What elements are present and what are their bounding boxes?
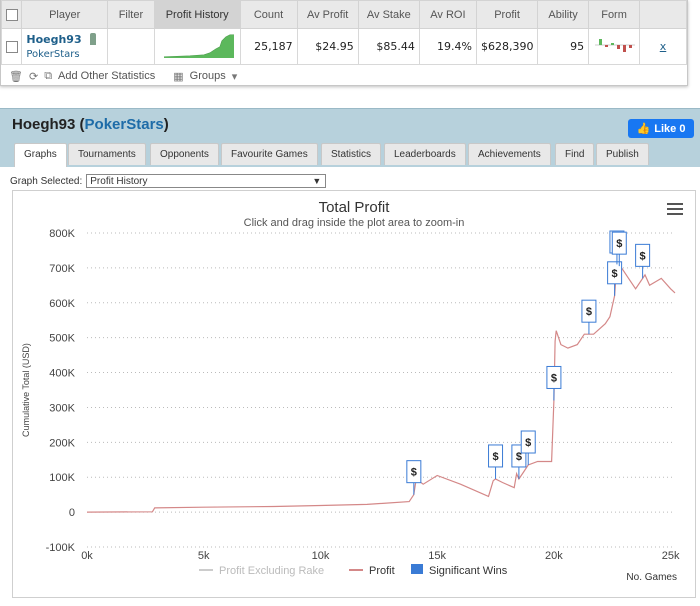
tab-favourite-games[interactable]: Favourite Games <box>221 143 318 165</box>
tab-leaderboards[interactable]: Leaderboards <box>384 143 466 165</box>
like-label: Like 0 <box>654 122 686 135</box>
col-av-roi[interactable]: Av ROI <box>418 0 477 29</box>
dollar-icon: $ <box>492 451 498 463</box>
select-all-checkbox[interactable] <box>0 0 23 29</box>
av-profit-value: $24.95 <box>296 28 359 65</box>
player-site-link[interactable]: PokerStars <box>26 49 103 60</box>
col-filter[interactable]: Filter <box>107 0 155 29</box>
profit-value: $628,390 <box>475 28 539 65</box>
dropdown-arrow-icon: ▼ <box>312 176 322 186</box>
row-checkbox[interactable] <box>0 28 23 65</box>
col-profit-history[interactable]: Profit History <box>153 0 241 29</box>
stats-footer: 🗑 ⟳ ⧉ Add Other Statistics ▦ Groups ▾ <box>1 65 687 87</box>
col-form[interactable]: Form <box>588 0 641 29</box>
ability-value: 95 <box>537 28 590 65</box>
groups-icon[interactable]: ▦ <box>173 70 183 83</box>
av-roi-value: 19.4% <box>418 28 477 65</box>
profile-title: Hoegh93 (PokerStars) <box>12 116 169 133</box>
legend-wins-swatch <box>411 564 423 574</box>
col-ability[interactable]: Ability <box>537 0 590 29</box>
refresh-icon[interactable]: ⟳ <box>29 70 38 83</box>
y-tick-label: 300K <box>49 402 75 414</box>
count-value: 25,187 <box>239 28 298 65</box>
x-tick-label: 20k <box>545 550 563 562</box>
dollar-icon: $ <box>616 238 622 250</box>
tab-publish[interactable]: Publish <box>596 143 649 165</box>
chart-container[interactable]: Total Profit Click and drag inside the p… <box>12 190 696 598</box>
col-player[interactable]: Player <box>21 0 108 29</box>
y-tick-label: 700K <box>49 263 75 275</box>
dollar-icon: $ <box>525 437 531 449</box>
col-remove <box>639 0 687 29</box>
tab-opponents[interactable]: Opponents <box>150 143 219 165</box>
dollar-icon: $ <box>612 268 618 280</box>
x-tick-label: 25k <box>662 550 680 562</box>
y-tick-label: 100K <box>49 472 75 484</box>
graph-selected-label: Graph Selected: <box>10 175 83 187</box>
stats-header-row: Player Filter Profit History Count Av Pr… <box>0 0 687 29</box>
chart-svg[interactable]: -100K 0 100K 200K 300K 400K 500K 600K 700K 800K 0k… <box>13 191 697 599</box>
av-stake-value: $85.44 <box>357 28 420 65</box>
dollar-icon: $ <box>640 250 646 262</box>
tab-achievements[interactable]: Achievements <box>468 143 551 165</box>
dollar-icon: $ <box>411 467 417 479</box>
add-other-statistics-link[interactable]: Add Other Statistics <box>58 70 155 82</box>
player-name-link[interactable]: Hoegh93 <box>26 33 81 46</box>
y-tick-label: 200K <box>49 437 75 449</box>
tab-tournaments[interactable]: Tournaments <box>68 143 146 165</box>
profit-sparkline <box>153 28 241 65</box>
table-row: Hoegh93 PokerStars 25,187 $24.95 $85.44 … <box>0 28 687 65</box>
legend-wins-label: Significant Wins <box>429 565 508 577</box>
x-axis-label: No. Games <box>626 572 677 583</box>
legend-rake-label: Profit Excluding Rake <box>219 565 324 577</box>
tab-statistics[interactable]: Statistics <box>321 143 382 165</box>
form-sparkline <box>588 28 641 65</box>
x-tick-label: 15k <box>428 550 446 562</box>
facebook-like-button[interactable]: 👍 Like 0 <box>628 119 694 138</box>
add-stats-icon[interactable]: ⧉ <box>44 70 52 83</box>
dollar-icon: $ <box>551 372 557 384</box>
tab-find[interactable]: Find <box>555 143 595 165</box>
tab-graphs[interactable]: Graphs <box>14 143 67 167</box>
col-av-profit[interactable]: Av Profit <box>296 0 359 29</box>
y-tick-label: 400K <box>49 368 75 380</box>
legend-profit-label: Profit <box>369 565 395 577</box>
chevron-down-icon[interactable]: ▾ <box>232 70 238 83</box>
col-count[interactable]: Count <box>239 0 298 29</box>
profile-site-link[interactable]: PokerStars <box>85 116 164 133</box>
y-tick-label: -100K <box>46 542 76 554</box>
trash-icon[interactable]: 🗑 <box>9 70 23 83</box>
groups-dropdown[interactable]: Groups <box>190 70 226 82</box>
graph-select-row: Graph Selected: Profit History ▼ <box>10 174 327 188</box>
remove-player-link[interactable]: x <box>660 40 667 53</box>
profile-header: Hoegh93 (PokerStars) 👍 Like 0 <box>0 108 700 140</box>
graph-select-dropdown[interactable]: Profit History ▼ <box>86 174 327 188</box>
y-tick-label: 0 <box>69 507 75 519</box>
filter-cell[interactable] <box>107 28 155 65</box>
pin-icon[interactable] <box>89 33 96 45</box>
x-tick-label: 10k <box>312 550 330 562</box>
x-tick-label: 5k <box>198 550 210 562</box>
tabs-bar: Graphs Tournaments Opponents Favourite G… <box>0 140 700 167</box>
y-tick-label: 600K <box>49 298 75 310</box>
y-tick-label: 500K <box>49 333 75 345</box>
dollar-icon: $ <box>586 306 592 318</box>
y-axis-label: Cumulative Total (USD) <box>21 343 31 437</box>
stats-panel: Player Filter Profit History Count Av Pr… <box>0 0 688 86</box>
profile-player-name: Hoegh93 <box>12 116 76 133</box>
stats-table: Player Filter Profit History Count Av Pr… <box>0 0 687 65</box>
graph-select-value: Profit History <box>90 175 148 187</box>
thumbs-up-icon: 👍 <box>636 123 651 135</box>
x-tick-label: 0k <box>81 550 93 562</box>
col-av-stake[interactable]: Av Stake <box>357 0 420 29</box>
y-tick-label: 800K <box>49 228 75 240</box>
col-profit[interactable]: Profit <box>475 0 539 29</box>
